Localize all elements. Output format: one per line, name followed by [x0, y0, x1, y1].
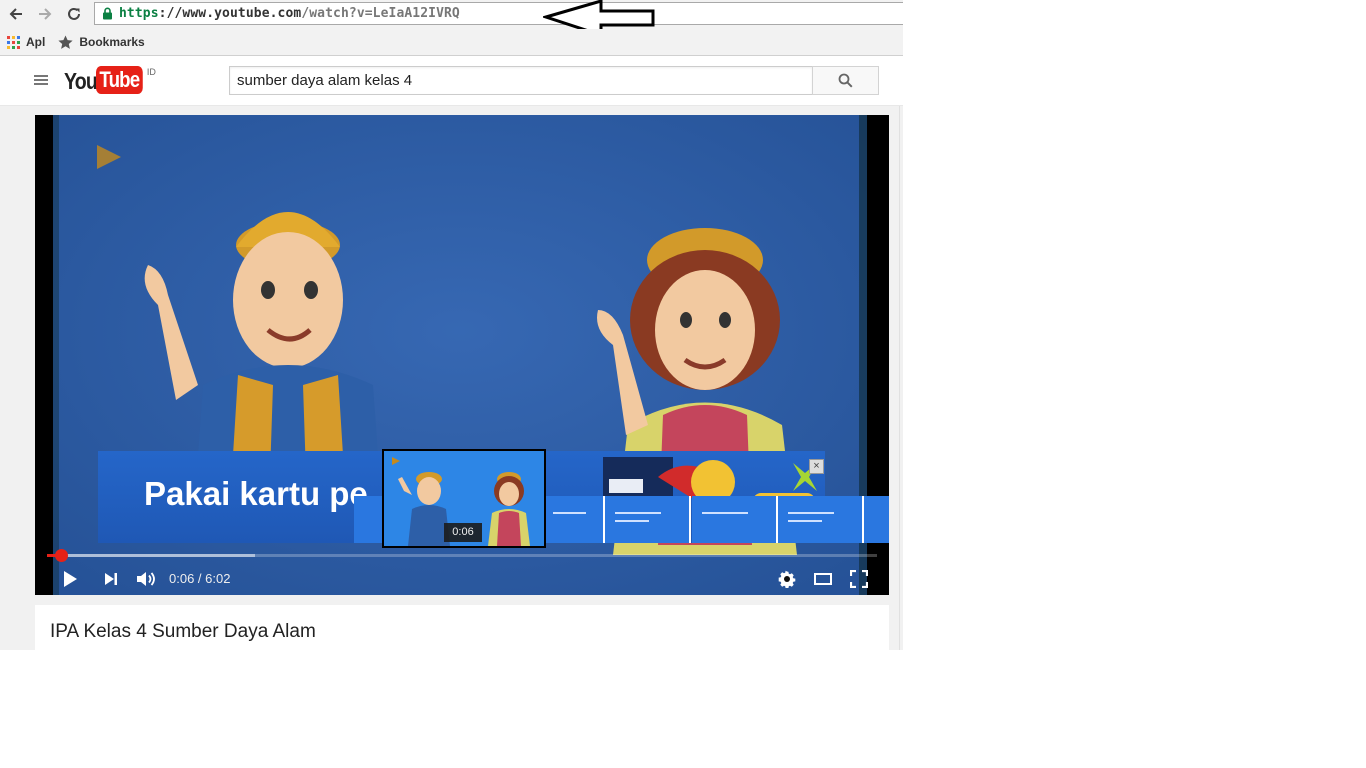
forward-button[interactable]: [34, 3, 56, 25]
browser-toolbar: https://www.youtube.com/watch?v=LeIaA12I…: [0, 0, 903, 36]
fullscreen-button[interactable]: [847, 567, 871, 591]
youtube-masthead: You Tube ID: [0, 56, 903, 106]
theater-mode-icon: [814, 573, 832, 585]
back-button[interactable]: [5, 3, 27, 25]
storyboard-thumbnail: [692, 496, 778, 543]
play-icon: [64, 571, 77, 587]
progress-loaded: [47, 554, 255, 557]
arrow-left-icon: [9, 8, 22, 20]
play-button[interactable]: [58, 567, 82, 591]
preview-timestamp: 0:06: [444, 523, 482, 542]
bookmark-bookmarks[interactable]: Bookmarks: [58, 35, 145, 49]
storyboard-thumbnail: [778, 496, 864, 543]
search-icon: [838, 73, 853, 88]
time-separator: /: [194, 571, 206, 586]
skip-next-icon: [105, 573, 117, 585]
url-scheme: https: [119, 6, 159, 21]
current-time: 0:06: [169, 571, 195, 586]
logo-tube: Tube: [96, 66, 143, 94]
player-controls: 0:06 / 6:02: [35, 563, 889, 595]
address-bar[interactable]: https://www.youtube.com/watch?v=LeIaA12I…: [94, 2, 903, 25]
ad-close-button[interactable]: ×: [809, 459, 824, 474]
hamburger-menu-icon[interactable]: [33, 73, 49, 87]
duration: 6:02: [205, 571, 231, 586]
watch-page: Pakai kartu pe × 0:06 0:06 / 6:02 IPA Ke…: [0, 106, 903, 650]
url-separator: ://: [158, 6, 183, 21]
video-info-card: IPA Kelas 4 Sumber Daya Alam: [35, 605, 889, 650]
progress-bar[interactable]: [47, 549, 877, 562]
gear-icon: [778, 570, 796, 588]
time-display: 0:06 / 6:02: [169, 571, 230, 586]
volume-icon: [137, 572, 155, 586]
volume-button[interactable]: [134, 567, 158, 591]
video-title: IPA Kelas 4 Sumber Daya Alam: [50, 621, 316, 642]
lock-icon: [102, 7, 112, 20]
url-host: www.youtube.com: [182, 6, 302, 21]
storyboard-thumbnail: [605, 496, 691, 543]
url-text: https://www.youtube.com/watch?v=LeIaA12I…: [119, 6, 460, 21]
reload-icon: [68, 7, 80, 20]
youtube-logo[interactable]: You Tube ID: [64, 66, 156, 96]
url-path: /watch?v=LeIaA12IVRQ: [301, 6, 460, 21]
video-player[interactable]: Pakai kartu pe × 0:06 0:06 / 6:02: [35, 115, 889, 595]
logo-region: ID: [146, 67, 156, 77]
bookmark-label: Apl: [26, 35, 46, 49]
storyboard-thumbnail: [864, 496, 889, 543]
ad-text: Pakai kartu pe: [144, 475, 368, 512]
progress-scrubber[interactable]: [54, 549, 68, 562]
settings-button[interactable]: [775, 567, 799, 591]
fullscreen-icon: [850, 570, 868, 588]
search-input[interactable]: [229, 66, 813, 95]
star-icon: [58, 35, 73, 49]
bookmark-label: Bookmarks: [79, 35, 145, 49]
apps-grid-icon: [7, 35, 20, 49]
bookmarks-bar: Apl Bookmarks: [0, 29, 903, 56]
search-button[interactable]: [812, 66, 879, 95]
storyboard-thumbnail: [354, 496, 384, 543]
arrow-right-icon: [39, 8, 52, 20]
logo-you: You: [64, 68, 98, 94]
storyboard-thumbnail: [543, 496, 605, 543]
next-button[interactable]: [99, 567, 123, 591]
page-divider: [899, 106, 900, 650]
bookmark-apps[interactable]: Apl: [7, 35, 45, 49]
browser-window: https://www.youtube.com/watch?v=LeIaA12I…: [0, 0, 903, 650]
theater-mode-button[interactable]: [811, 567, 835, 591]
reload-button[interactable]: [63, 3, 85, 25]
